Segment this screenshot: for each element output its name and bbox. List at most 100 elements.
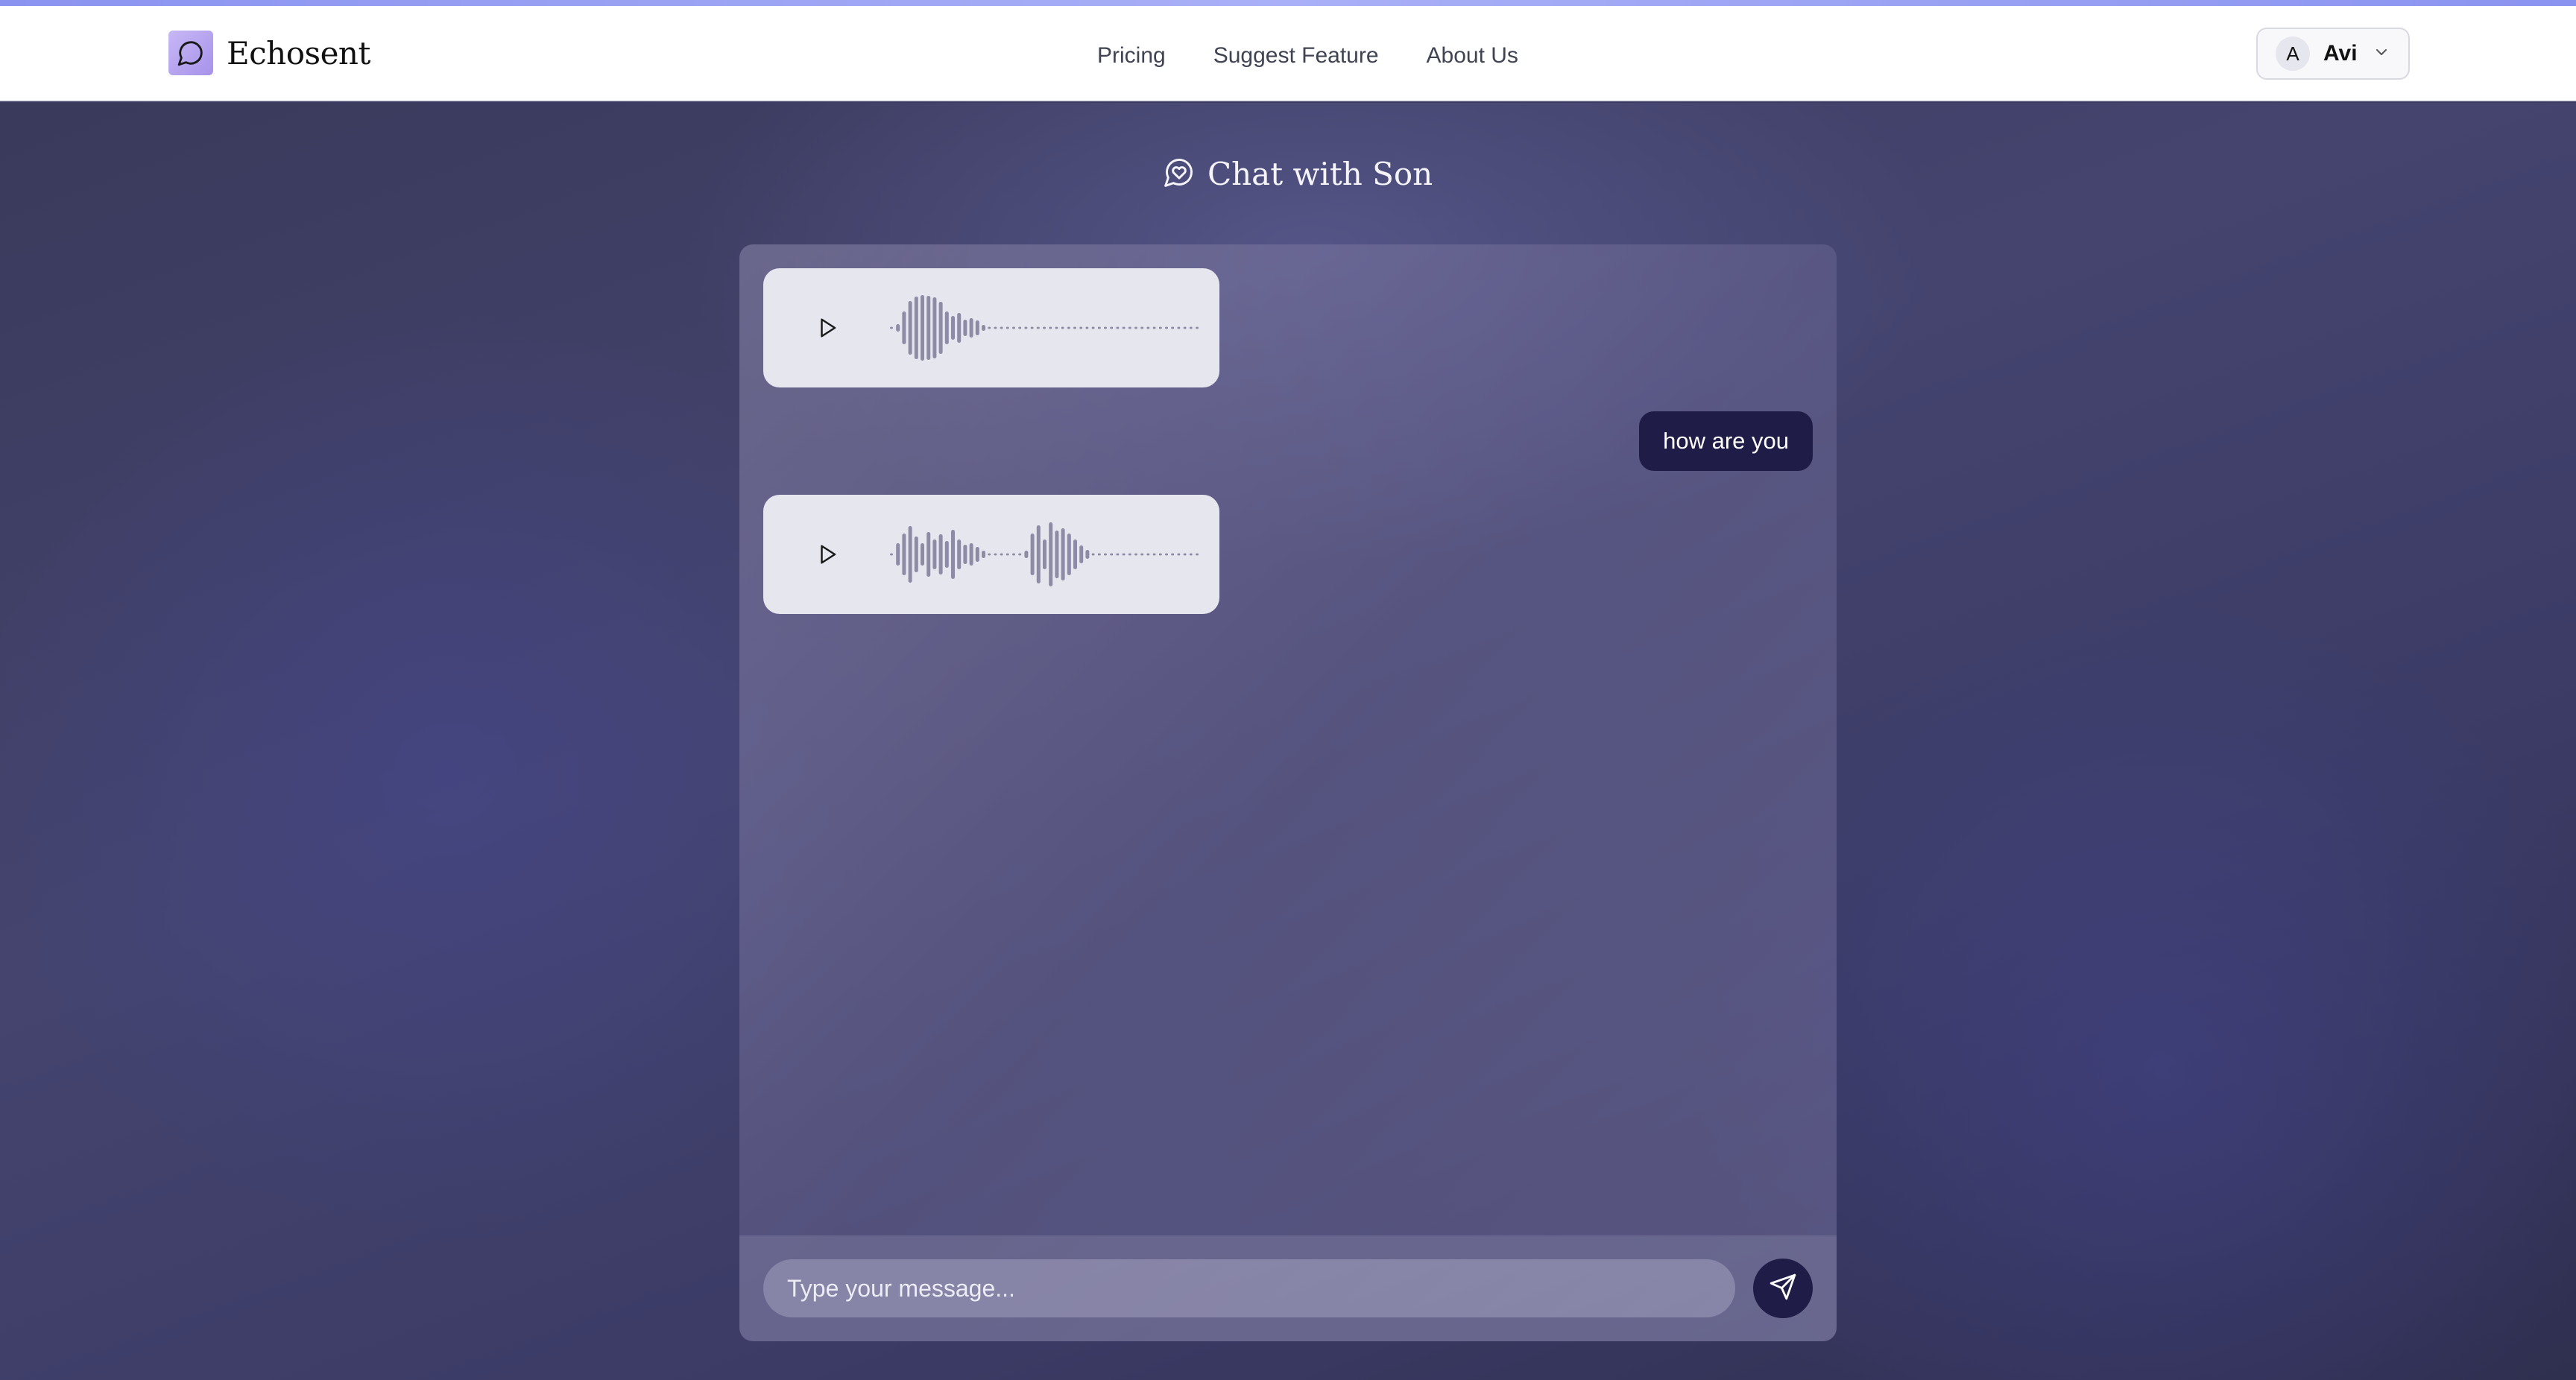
waveform-bar [1116, 553, 1120, 556]
waveform-bar [1165, 326, 1168, 329]
waveform-bar [1152, 326, 1156, 329]
waveform-bar [1128, 326, 1131, 329]
waveform-bar [982, 325, 985, 331]
audio-waveform [890, 522, 1199, 586]
waveform-bar [896, 324, 900, 332]
waveform-bar [1024, 551, 1029, 558]
waveform-bar [969, 543, 973, 566]
waveform-bar [1128, 553, 1131, 556]
chat-bubble-icon [168, 31, 213, 75]
waveform-bar [1006, 553, 1009, 556]
waveform-bar [1110, 553, 1114, 556]
avatar: A [2276, 37, 2310, 71]
main-nav: Pricing Suggest Feature About Us [1097, 43, 1518, 69]
waveform-bar [1012, 326, 1015, 329]
waveform-bar [932, 539, 937, 569]
navbar: Echosent Pricing Suggest Feature About U… [0, 6, 2576, 101]
waveform-bar [1000, 553, 1003, 556]
waveform-bar [1116, 326, 1120, 329]
audio-message [763, 268, 1219, 387]
waveform-bar [908, 301, 912, 355]
waveform-bar [975, 320, 979, 335]
waveform-bar [938, 534, 943, 575]
waveform-bar [1177, 553, 1181, 556]
waveform-bar [1134, 326, 1137, 329]
chat-title-text: Chat with Son [1208, 155, 1433, 192]
waveform-bar [1036, 326, 1040, 329]
waveform-bar [1000, 326, 1003, 329]
send-icon [1769, 1273, 1797, 1305]
waveform-bar [902, 534, 906, 575]
waveform-bar [1061, 528, 1065, 580]
user-menu-button[interactable]: A Avi [2256, 28, 2410, 80]
waveform-bar [1196, 326, 1199, 329]
waveform-bar [951, 316, 955, 340]
chevron-down-icon [2373, 43, 2390, 65]
waveform-bar [1104, 553, 1107, 556]
chat-panel: how are you [739, 244, 1837, 1341]
waveform-bar [1140, 553, 1144, 556]
waveform-bar [1171, 553, 1175, 556]
waveform-bar [1049, 522, 1053, 586]
waveform-bar [1018, 553, 1022, 556]
send-button[interactable] [1753, 1259, 1813, 1318]
waveform-bar [944, 541, 949, 568]
waveform-bar [932, 297, 937, 358]
waveform-bar [896, 543, 900, 566]
heart-chat-icon [1163, 156, 1196, 192]
user-name: Avi [2323, 41, 2358, 66]
waveform-bar [1104, 326, 1107, 329]
waveform-bar [957, 313, 962, 343]
waveform-bar [1085, 550, 1090, 559]
user-message-bubble: how are you [1639, 411, 1813, 471]
waveform-bar [914, 537, 918, 572]
waveform-bar [914, 297, 918, 359]
waveform-bar [1189, 326, 1193, 329]
waveform-bar [994, 553, 997, 556]
brand[interactable]: Echosent [168, 30, 370, 76]
waveform-bar [1067, 534, 1071, 575]
waveform-bar [1091, 326, 1095, 329]
waveform-bar [1043, 326, 1046, 329]
waveform-bar [1171, 326, 1175, 329]
waveform-bar [1024, 326, 1028, 329]
waveform-bar [908, 526, 912, 583]
waveform-bar [1079, 545, 1084, 563]
play-icon[interactable] [811, 311, 844, 344]
nav-link-pricing[interactable]: Pricing [1097, 43, 1166, 69]
waveform-bar [1196, 553, 1199, 556]
waveform-bar [1146, 326, 1150, 329]
waveform-bar [1067, 326, 1070, 329]
waveform-bar [926, 532, 931, 577]
waveform-bar [1140, 326, 1144, 329]
audio-waveform [890, 295, 1199, 361]
waveform-bar [1091, 553, 1095, 556]
waveform-bar [1183, 553, 1187, 556]
top-accent-line [0, 0, 2576, 6]
waveform-bar [963, 320, 967, 336]
waveform-bar [1055, 531, 1059, 578]
nav-link-suggest-feature[interactable]: Suggest Feature [1213, 43, 1379, 69]
waveform-bar [1146, 553, 1150, 556]
waveform-bar [1012, 553, 1015, 556]
nav-link-about-us[interactable]: About Us [1427, 43, 1518, 69]
waveform-bar [1134, 553, 1137, 556]
waveform-bar [1177, 326, 1181, 329]
message-input-bar [739, 1235, 1837, 1341]
waveform-bar [982, 551, 985, 558]
play-icon[interactable] [811, 538, 844, 571]
waveform-bar [926, 296, 931, 360]
waveform-bar [1036, 525, 1041, 583]
waveform-bar [1097, 326, 1101, 329]
waveform-bar [988, 553, 991, 556]
waveform-bar [1079, 326, 1083, 329]
waveform-bar [1158, 326, 1162, 329]
message-input[interactable] [763, 1259, 1735, 1317]
waveform-bar [1152, 553, 1156, 556]
waveform-bar [921, 295, 924, 361]
waveform-bar [1043, 539, 1046, 569]
waveform-bar [1183, 326, 1187, 329]
waveform-bar [921, 543, 924, 566]
waveform-bar [957, 539, 962, 569]
brand-name: Echosent [227, 34, 370, 72]
